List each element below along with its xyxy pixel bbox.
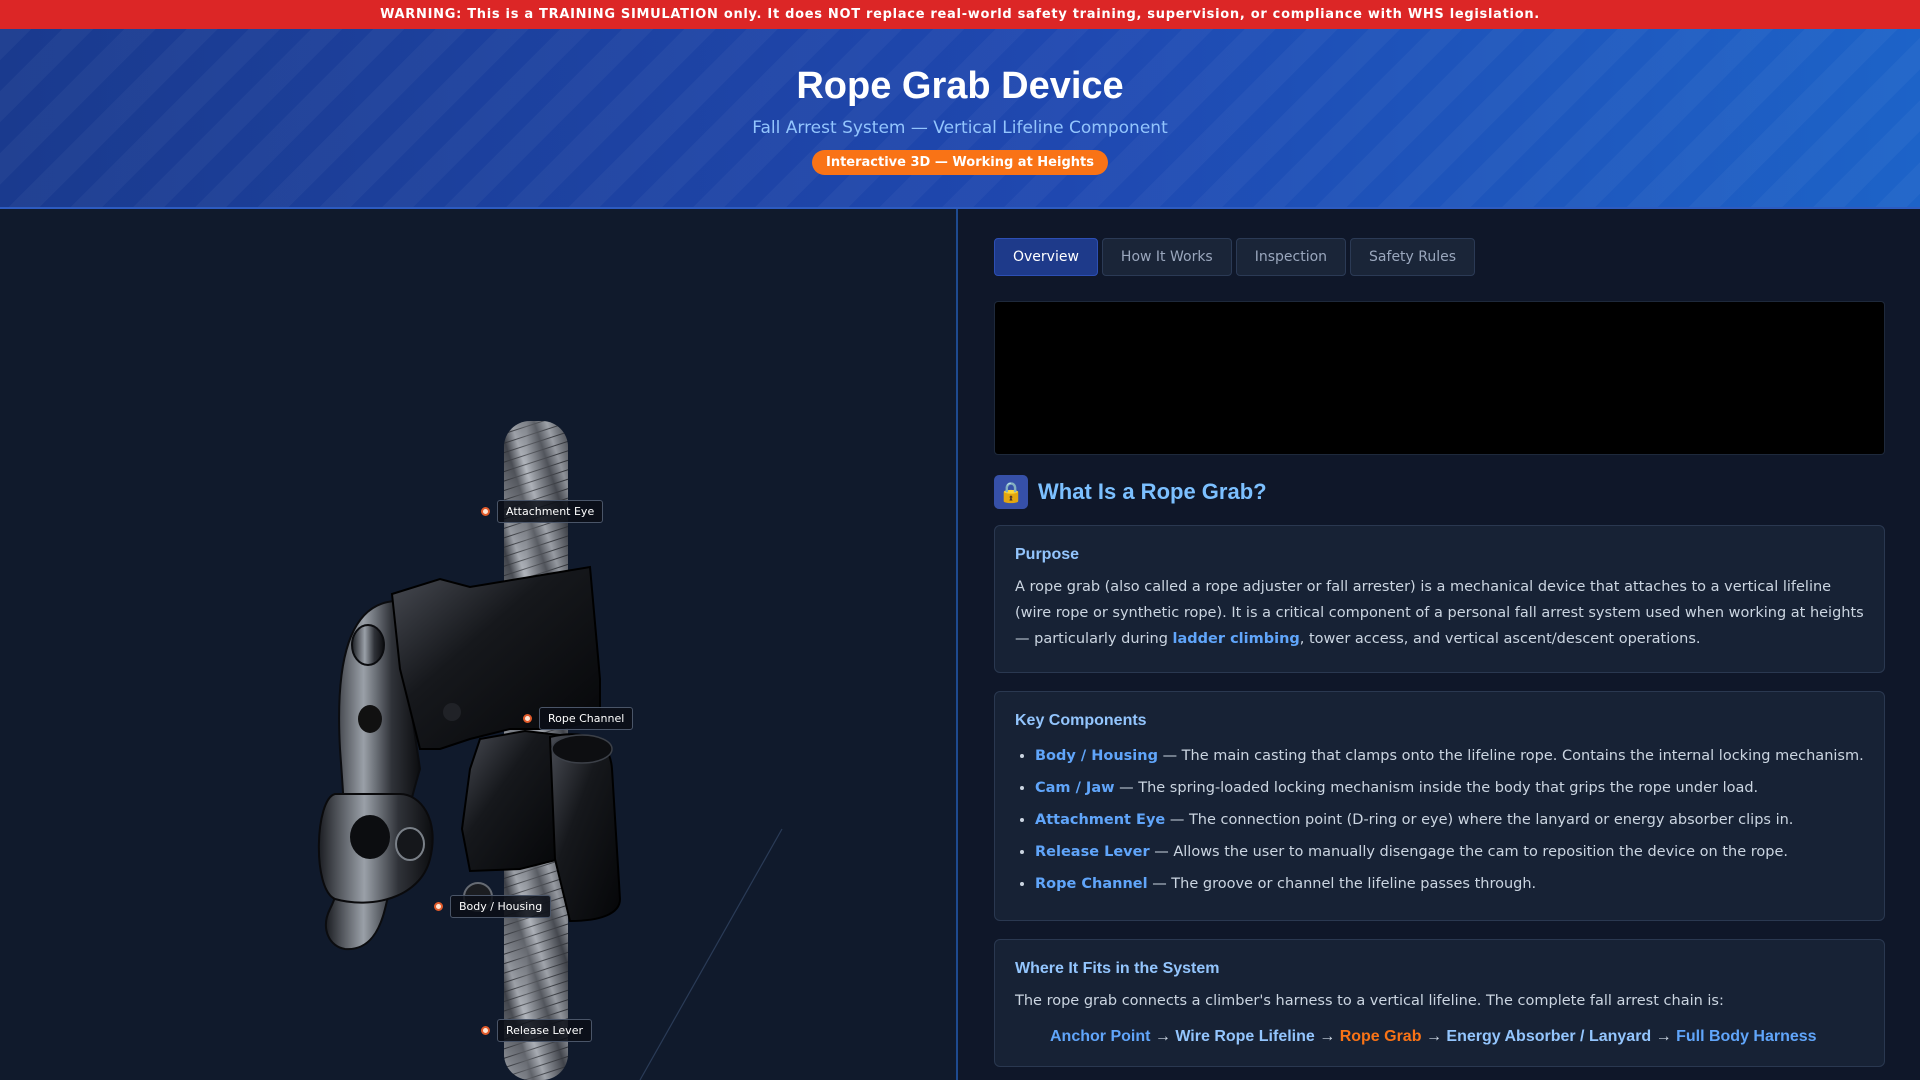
tab-bar: Overview How It Works Inspection Safety … [994, 238, 1885, 276]
hotspot-dot[interactable] [481, 1026, 490, 1035]
purpose-card: Purpose A rope grab (also called a rope … [994, 525, 1885, 673]
list-item: Attachment Eye — The connection point (D… [1035, 804, 1864, 836]
tab-inspection[interactable]: Inspection [1235, 238, 1347, 276]
chain-energy-absorber: Energy Absorber / Lanyard [1446, 1028, 1652, 1045]
hotspot-dot[interactable] [523, 714, 532, 723]
purpose-heading: Purpose [1015, 546, 1080, 563]
system-text: The rope grab connects a climber's harne… [1015, 993, 1724, 1009]
label-attachment-eye[interactable]: Attachment Eye [481, 500, 604, 523]
hotspot-dot[interactable] [481, 507, 490, 516]
chain-arrow: → [1154, 1028, 1171, 1045]
label-rope-channel[interactable]: Rope Channel [523, 707, 634, 730]
list-item: Release Lever — Allows the user to manua… [1035, 836, 1864, 868]
video-player[interactable] [994, 301, 1885, 455]
page-subtitle: Fall Arrest System — Vertical Lifeline C… [752, 118, 1168, 138]
page-header: Rope Grab Device Fall Arrest System — Ve… [0, 29, 1920, 209]
label-tag: Rope Channel [539, 707, 634, 730]
fall-arrest-chain: Anchor Point → Wire Rope Lifeline → Rope… [1015, 1028, 1864, 1046]
lock-icon: 🔒 [994, 475, 1028, 509]
chain-wire-rope-lifeline: Wire Rope Lifeline [1175, 1028, 1315, 1045]
component-desc: — Allows the user to manually disengage … [1149, 844, 1789, 860]
list-item: Cam / Jaw — The spring-loaded locking me… [1035, 772, 1864, 804]
label-tag: Release Lever [497, 1019, 592, 1042]
chain-anchor-point: Anchor Point [1050, 1028, 1151, 1045]
tab-overview[interactable]: Overview [994, 238, 1098, 276]
chain-arrow: → [1319, 1028, 1336, 1045]
list-item: Rope Channel — The groove or channel the… [1035, 868, 1864, 900]
system-heading: Where It Fits in the System [1015, 960, 1220, 977]
main-content: Attachment Eye Rope Channel Body / Housi… [0, 209, 1920, 1080]
list-item: Body / Housing — The main casting that c… [1035, 740, 1864, 772]
tab-safety-rules[interactable]: Safety Rules [1350, 238, 1476, 276]
label-body-housing[interactable]: Body / Housing [434, 895, 552, 918]
header-badge: Interactive 3D — Working at Heights [812, 150, 1108, 175]
components-heading: Key Components [1015, 712, 1147, 729]
component-name: Cam / Jaw [1035, 780, 1115, 796]
chain-arrow: → [1655, 1028, 1672, 1045]
label-release-lever[interactable]: Release Lever [481, 1019, 592, 1042]
purpose-text-after: , tower access, and vertical ascent/desc… [1299, 631, 1701, 647]
component-name: Rope Channel [1035, 876, 1148, 892]
info-panel: Overview How It Works Inspection Safety … [958, 209, 1920, 1080]
purpose-highlight: ladder climbing [1172, 631, 1300, 647]
3d-viewer[interactable]: Attachment Eye Rope Channel Body / Housi… [0, 209, 958, 1080]
warning-banner: WARNING: This is a TRAINING SIMULATION o… [0, 0, 1920, 29]
tab-how-it-works[interactable]: How It Works [1101, 238, 1232, 276]
component-desc: — The spring-loaded locking mechanism in… [1114, 780, 1759, 796]
label-tag: Body / Housing [450, 895, 552, 918]
component-name: Attachment Eye [1035, 812, 1166, 828]
system-card: Where It Fits in the System The rope gra… [994, 939, 1885, 1067]
component-desc: — The connection point (D-ring or eye) w… [1165, 812, 1794, 828]
section-title: What Is a Rope Grab? [1038, 479, 1267, 504]
component-desc: — The main casting that clamps onto the … [1157, 748, 1864, 764]
page-title: Rope Grab Device [796, 65, 1124, 107]
chain-full-body-harness: Full Body Harness [1676, 1028, 1817, 1045]
chain-arrow: → [1425, 1028, 1442, 1045]
chain-rope-grab: Rope Grab [1339, 1028, 1422, 1045]
label-tag: Attachment Eye [497, 500, 604, 523]
hotspot-dot[interactable] [434, 902, 443, 911]
section-header: 🔒 What Is a Rope Grab? [994, 475, 1885, 509]
component-name: Release Lever [1035, 844, 1150, 860]
purpose-text: A rope grab (also called a rope adjuster… [1015, 574, 1864, 652]
component-desc: — The groove or channel the lifeline pas… [1147, 876, 1537, 892]
components-list: Body / Housing — The main casting that c… [1015, 740, 1864, 900]
components-card: Key Components Body / Housing — The main… [994, 691, 1885, 921]
component-name: Body / Housing [1035, 748, 1158, 764]
rope-grab-model[interactable] [0, 209, 958, 1080]
